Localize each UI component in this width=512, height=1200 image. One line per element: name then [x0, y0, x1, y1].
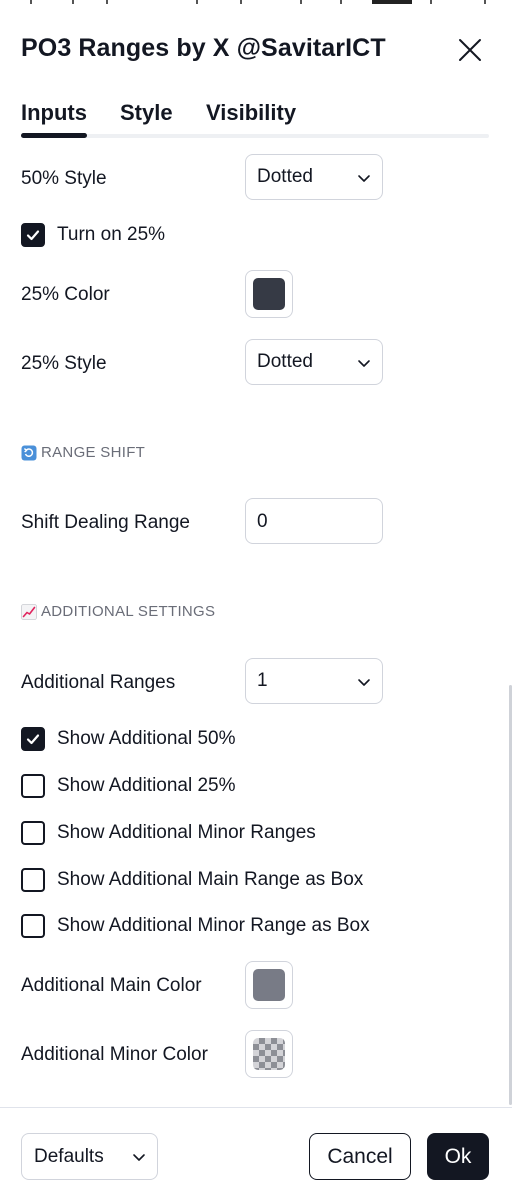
turn-on-25-checkbox[interactable]: [21, 223, 45, 247]
show-additional-minor-range-box-label: Show Additional Minor Range as Box: [57, 915, 370, 936]
additional-settings-heading-text: ADDITIONAL SETTINGS: [41, 603, 216, 620]
chart-increasing-icon: [21, 603, 37, 620]
tab-inputs[interactable]: Inputs: [21, 100, 87, 126]
additional-ranges-select[interactable]: 1: [245, 658, 383, 704]
show-additional-25-row[interactable]: Show Additional 25%: [21, 773, 236, 799]
show-additional-main-range-box-label: Show Additional Main Range as Box: [57, 869, 364, 890]
checkmark-icon: [26, 230, 40, 241]
style50-value: Dotted: [257, 166, 313, 187]
color25-fill: [253, 278, 285, 310]
close-button[interactable]: [455, 35, 485, 65]
footer-divider: [0, 1107, 512, 1108]
additional-settings-heading: ADDITIONAL SETTINGS: [21, 603, 215, 620]
range-shift-heading-text: RANGE SHIFT: [41, 444, 146, 461]
additional-ranges-value: 1: [257, 670, 268, 691]
chevron-down-icon: [358, 679, 370, 686]
defaults-dropdown-button[interactable]: Defaults: [21, 1133, 158, 1180]
cropped-status-bar: [0, 0, 512, 8]
arrows-counterclockwise-icon: [21, 445, 37, 460]
ok-button[interactable]: Ok: [427, 1133, 489, 1180]
range-shift-heading: RANGE SHIFT: [21, 444, 145, 461]
defaults-label: Defaults: [34, 1146, 104, 1167]
show-additional-minor-range-box-checkbox[interactable]: [21, 914, 45, 938]
style25-value: Dotted: [257, 351, 313, 372]
additional-main-color-swatch[interactable]: [245, 961, 293, 1009]
shift-dealing-range-label: Shift Dealing Range: [21, 512, 190, 533]
show-additional-minor-range-box-row[interactable]: Show Additional Minor Range as Box: [21, 913, 370, 939]
additional-minor-color-swatch[interactable]: [245, 1030, 293, 1078]
chevron-down-icon: [358, 360, 370, 367]
show-additional-main-range-box-checkbox[interactable]: [21, 868, 45, 892]
tab-track: [21, 134, 489, 138]
show-additional-minor-ranges-row[interactable]: Show Additional Minor Ranges: [21, 820, 316, 846]
style50-select[interactable]: Dotted: [245, 154, 383, 200]
show-additional-50-row[interactable]: Show Additional 50%: [21, 726, 236, 752]
show-additional-minor-ranges-label: Show Additional Minor Ranges: [57, 822, 316, 843]
color25-swatch[interactable]: [245, 270, 293, 318]
additional-main-color-fill: [253, 969, 285, 1001]
color25-label: 25% Color: [21, 284, 110, 305]
additional-ranges-label: Additional Ranges: [21, 672, 176, 693]
active-tab-indicator: [21, 133, 87, 138]
turn-on-25-checkbox-row[interactable]: Turn on 25%: [21, 222, 165, 248]
checkmark-icon: [26, 734, 40, 745]
show-additional-50-checkbox[interactable]: [21, 727, 45, 751]
dialog-title: PO3 Ranges by X @SavitarICT: [21, 34, 386, 62]
additional-minor-color-label: Additional Minor Color: [21, 1044, 208, 1065]
shift-dealing-range-value: 0: [257, 511, 268, 532]
tab-visibility[interactable]: Visibility: [206, 100, 296, 126]
show-additional-minor-ranges-checkbox[interactable]: [21, 821, 45, 845]
style50-label: 50% Style: [21, 168, 107, 189]
show-additional-50-label: Show Additional 50%: [57, 728, 236, 749]
tab-bar: Inputs Style Visibility: [21, 98, 489, 140]
shift-dealing-range-input[interactable]: 0: [245, 498, 383, 544]
chevron-down-icon: [358, 175, 370, 182]
tab-style[interactable]: Style: [120, 100, 173, 126]
cancel-button[interactable]: Cancel: [309, 1133, 411, 1180]
show-additional-main-range-box-row[interactable]: Show Additional Main Range as Box: [21, 867, 363, 893]
turn-on-25-label: Turn on 25%: [57, 224, 166, 245]
style25-select[interactable]: Dotted: [245, 339, 383, 385]
show-additional-25-checkbox[interactable]: [21, 774, 45, 798]
style25-label: 25% Style: [21, 353, 107, 374]
close-icon: [459, 39, 481, 61]
show-additional-25-label: Show Additional 25%: [57, 775, 236, 796]
chevron-down-icon: [133, 1154, 145, 1161]
additional-main-color-label: Additional Main Color: [21, 975, 202, 996]
transparent-checker-icon: [253, 1038, 285, 1070]
